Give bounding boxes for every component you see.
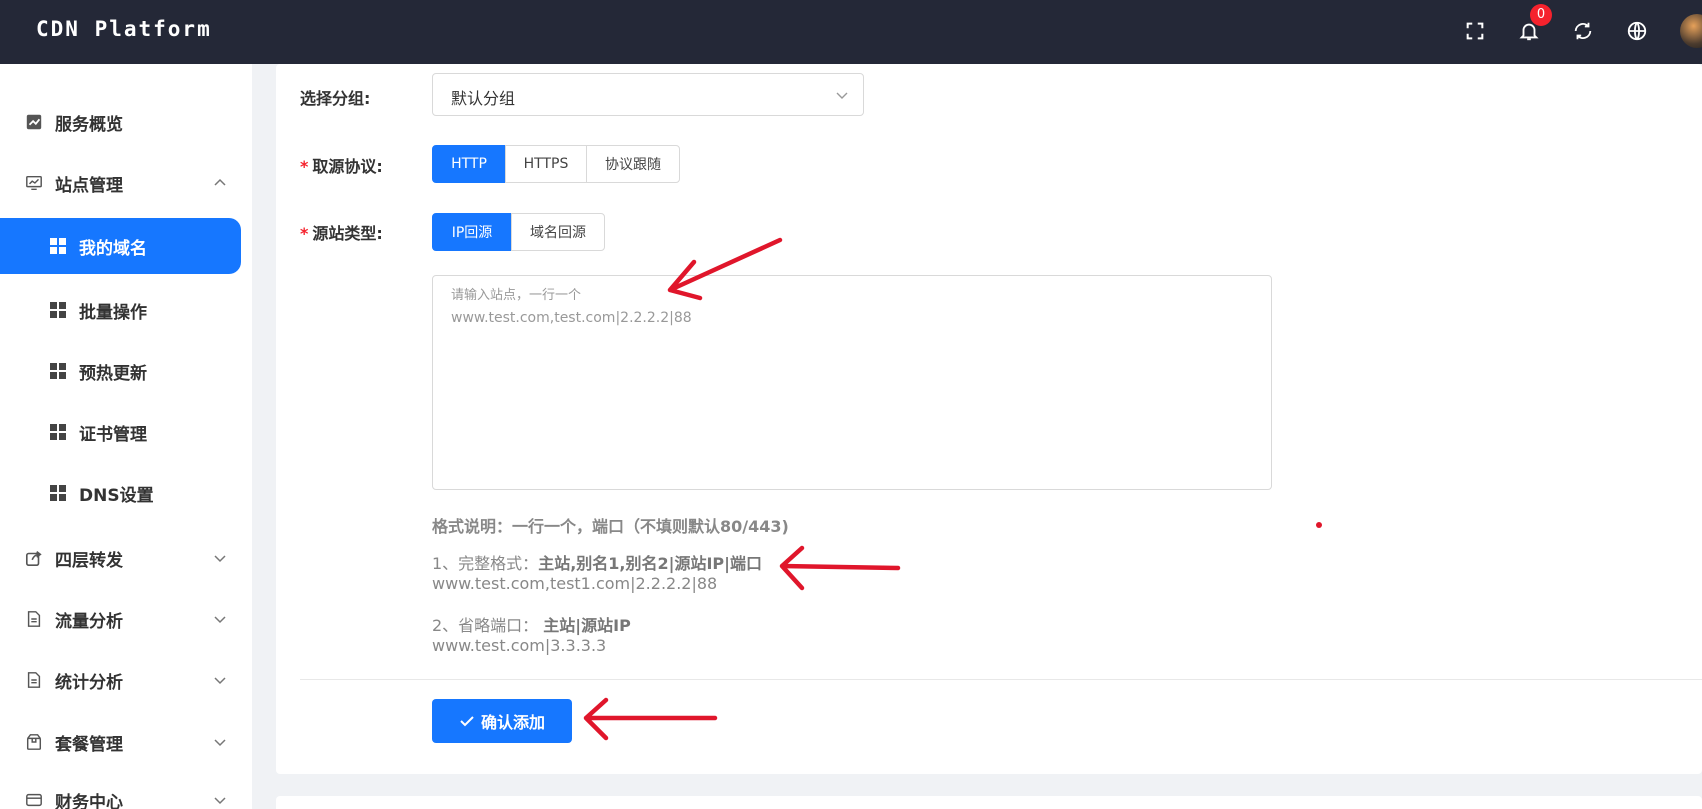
sidebar-item-label: 批量操作 xyxy=(79,302,147,323)
format-help-item-2: 2、省略端口： 主站|源站IP xyxy=(432,616,631,635)
chevron-down-icon xyxy=(214,555,226,563)
confirm-add-label: 确认添加 xyxy=(480,713,545,732)
app-title: CDN Platform xyxy=(36,17,212,41)
sidebar-item-label: DNS设置 xyxy=(79,485,154,506)
format-help-example-1: www.test.com,test1.com|2.2.2.2|88 xyxy=(432,574,718,593)
sidebar-item-traffic-analysis[interactable]: 流量分析 xyxy=(0,595,252,643)
chart-icon xyxy=(26,114,42,130)
sidebar-item-batch-operations[interactable]: 批量操作 xyxy=(0,282,252,338)
globe-icon[interactable] xyxy=(1622,16,1652,46)
sidebar-item-label: 统计分析 xyxy=(55,672,123,693)
sidebar-item-l4-forwarding[interactable]: 四层转发 xyxy=(0,534,252,582)
notification-badge: 0 xyxy=(1530,4,1552,26)
monitor-icon xyxy=(26,175,42,191)
grid-icon xyxy=(50,302,66,318)
sidebar-item-certificates[interactable]: 证书管理 xyxy=(0,404,252,460)
format-help-title: 格式说明：一行一个，端口（不填则默认80/443) xyxy=(432,517,789,536)
file-icon xyxy=(27,672,41,688)
origin-ip-button[interactable]: IP回源 xyxy=(432,213,512,251)
grid-icon xyxy=(50,424,66,440)
sidebar-item-label: 流量分析 xyxy=(55,611,123,632)
sidebar-item-label: 站点管理 xyxy=(55,175,123,196)
protocol-label: * 取源协议: xyxy=(300,157,383,176)
check-icon xyxy=(460,716,474,727)
origin-domain-button[interactable]: 域名回源 xyxy=(511,213,605,251)
sidebar-item-label: 财务中心 xyxy=(55,792,123,809)
sidebar-item-packages[interactable]: 套餐管理 xyxy=(0,718,252,766)
sidebar-item-label: 预热更新 xyxy=(79,363,147,384)
group-select-value: 默认分组 xyxy=(451,89,516,108)
form-divider xyxy=(300,679,1702,680)
chevron-up-icon xyxy=(214,178,226,186)
sidebar-item-finance[interactable]: 财务中心 xyxy=(0,776,252,809)
chevron-down-icon xyxy=(214,797,226,805)
refresh-icon[interactable] xyxy=(1568,16,1598,46)
package-icon xyxy=(26,734,42,750)
sidebar: 服务概览 站点管理 我的域名 批量操作 预热更新 证书管理 DNS设置 四层转发… xyxy=(0,64,252,809)
grid-icon xyxy=(50,238,66,254)
grid-icon xyxy=(50,485,66,501)
sidebar-item-label: 我的域名 xyxy=(79,238,147,259)
chevron-down-icon xyxy=(214,616,226,624)
format-help-example-2: www.test.com|3.3.3.3 xyxy=(432,636,607,655)
sidebar-item-label: 四层转发 xyxy=(55,550,123,571)
fullscreen-icon[interactable] xyxy=(1460,16,1490,46)
content-card-lower xyxy=(276,796,1702,809)
notification-button[interactable]: 0 xyxy=(1514,4,1552,46)
file-icon xyxy=(27,611,41,627)
protocol-http-button[interactable]: HTTP xyxy=(432,145,506,183)
sidebar-item-label: 服务概览 xyxy=(55,114,123,135)
sidebar-item-prefetch-refresh[interactable]: 预热更新 xyxy=(0,343,252,399)
card-icon xyxy=(26,793,42,807)
textarea-placeholder-line2: www.test.com,test.com|2.2.2.2|88 xyxy=(451,310,692,326)
confirm-add-button[interactable]: 确认添加 xyxy=(432,699,572,743)
chevron-down-icon xyxy=(214,677,226,685)
sidebar-item-label: 套餐管理 xyxy=(55,734,123,755)
chevron-down-icon xyxy=(214,739,226,747)
sites-textarea[interactable]: 请输入站点，一行一个 www.test.com,test.com|2.2.2.2… xyxy=(432,275,1272,490)
sidebar-item-overview[interactable]: 服务概览 xyxy=(0,98,252,146)
protocol-follow-button[interactable]: 协议跟随 xyxy=(586,145,680,183)
sidebar-item-my-domains[interactable]: 我的域名 xyxy=(0,218,241,274)
protocol-options: HTTP HTTPS 协议跟随 xyxy=(432,145,680,183)
share-icon xyxy=(25,551,42,567)
avatar[interactable] xyxy=(1680,14,1702,48)
grid-icon xyxy=(50,363,66,379)
chevron-down-icon xyxy=(836,92,848,99)
group-label: 选择分组: xyxy=(300,89,371,108)
sidebar-item-dns[interactable]: DNS设置 xyxy=(0,465,252,521)
top-bar: CDN Platform 0 xyxy=(0,0,1702,64)
textarea-placeholder-line1: 请输入站点，一行一个 xyxy=(451,288,582,303)
sidebar-item-label: 证书管理 xyxy=(79,424,147,445)
format-help-item-1: 1、完整格式：主站,别名1,别名2|源站IP|端口 xyxy=(432,554,762,573)
sidebar-item-site-management[interactable]: 站点管理 xyxy=(0,159,252,207)
origin-type-options: IP回源 域名回源 xyxy=(432,213,605,251)
sidebar-item-statistics[interactable]: 统计分析 xyxy=(0,656,252,704)
origin-type-label: * 源站类型: xyxy=(300,224,383,243)
group-select[interactable]: 默认分组 xyxy=(432,73,864,116)
protocol-https-button[interactable]: HTTPS xyxy=(505,145,587,183)
